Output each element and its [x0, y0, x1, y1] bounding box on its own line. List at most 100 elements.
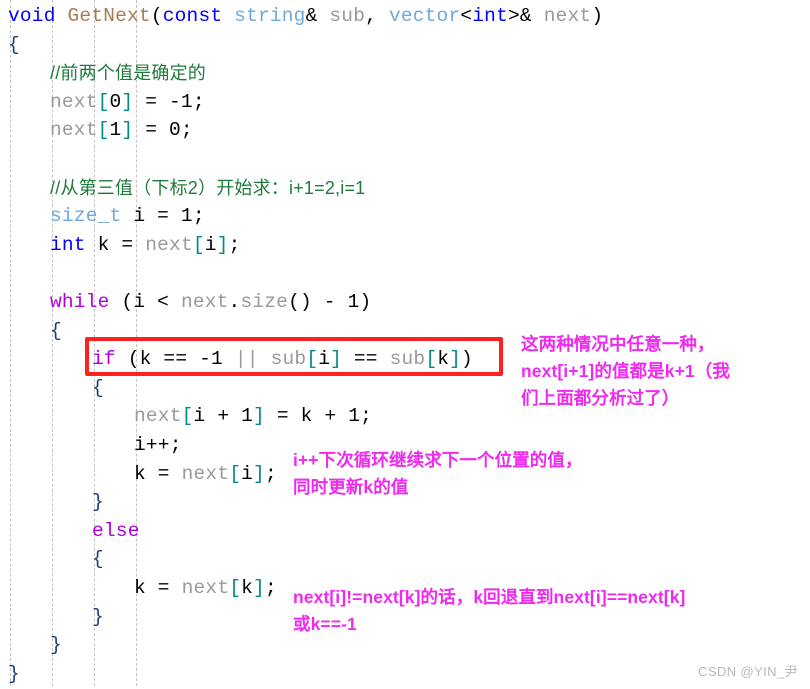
- code-token-brace: {: [8, 33, 20, 56]
- code-line-12: {: [50, 317, 62, 346]
- code-token-punct: k =: [134, 462, 182, 485]
- code-token-punct: <: [460, 5, 473, 27]
- code-token-punct: [222, 5, 234, 27]
- code-token-punct: k =: [134, 577, 182, 599]
- code-token-fn: GetNext: [67, 5, 151, 27]
- code-token-punct: .: [228, 291, 241, 313]
- code-token-punct: ): [591, 5, 604, 27]
- code-token-brk: ]: [449, 348, 462, 371]
- code-token-ident: next: [50, 90, 98, 113]
- code-token-ident: sub: [270, 348, 307, 371]
- code-line-23: }: [50, 631, 62, 660]
- code-token-ident: sub: [329, 5, 366, 27]
- code-line-17: k = next[i];: [134, 460, 277, 489]
- code-token-punct: ;: [228, 233, 241, 256]
- code-token-brk: ]: [121, 90, 134, 113]
- code-line-13: if (k == -1 || sub[i] == sub[k]): [92, 345, 473, 374]
- code-token-kw: const: [162, 5, 223, 27]
- code-token-punct: k: [437, 348, 450, 371]
- code-token-brk: ]: [253, 577, 265, 599]
- code-token-type: string: [234, 5, 306, 27]
- code-line-3: //前两个值是确定的: [50, 59, 206, 89]
- code-token-punct: k: [241, 577, 254, 599]
- annotation-if-condition: 这两种情况中任意一种， next[i+1]的值都是k+1（我 们上面都分析过了）: [521, 334, 730, 408]
- code-token-brk: [: [425, 348, 438, 371]
- code-token-punct: i: [241, 462, 254, 485]
- code-line-14: {: [92, 374, 104, 403]
- code-token-ident: next: [543, 5, 592, 27]
- code-token-punct: (i <: [109, 291, 181, 313]
- code-line-22: }: [92, 603, 104, 632]
- code-token-punct: i: [204, 233, 217, 256]
- code-token-punct: ;: [264, 577, 277, 599]
- code-token-punct: ;: [264, 462, 277, 485]
- indent-guide-0: [10, 0, 11, 686]
- code-token-ident: next: [145, 233, 193, 256]
- code-token-brk: ]: [216, 233, 229, 256]
- code-token-punct: i = 1;: [121, 205, 205, 228]
- code-token-comment: //前两个值是确定的: [50, 63, 207, 84]
- code-token-punct: i + 1: [193, 405, 254, 428]
- code-token-type: size_t: [50, 205, 122, 228]
- annotation-increment: i++下次循环继续求下一个位置的值， 同时更新k的值: [293, 450, 583, 497]
- code-token-brace: }: [92, 605, 104, 628]
- code-token-brk: [: [97, 119, 110, 142]
- code-token-ctrl: while: [50, 291, 110, 313]
- code-token-type: vector: [388, 5, 461, 27]
- code-token-num: 0: [109, 90, 122, 113]
- code-token-punct: = -1;: [133, 90, 205, 113]
- code-token-ident: next: [181, 577, 230, 599]
- code-line-4: next[0] = -1;: [50, 88, 205, 117]
- code-line-5: next[1] = 0;: [50, 116, 193, 145]
- code-token-brk: ]: [330, 348, 342, 371]
- code-token-kw: int: [50, 233, 86, 256]
- code-token-brace: {: [92, 376, 104, 399]
- code-token-kw: void: [8, 5, 56, 27]
- code-token-ident: next: [50, 119, 98, 142]
- code-line-8: size_t i = 1;: [50, 202, 205, 231]
- code-token-ctrl: if: [92, 348, 116, 371]
- code-token-brk: [: [97, 90, 110, 113]
- code-line-7: //从第三值（下标2）开始求：i+1=2,i=1: [50, 174, 365, 204]
- code-token-ctrl: else: [92, 519, 140, 542]
- code-token-punct: [56, 5, 68, 27]
- code-token-punct: ): [461, 348, 473, 371]
- code-token-brk: [: [229, 577, 242, 599]
- code-token-num: 1: [109, 119, 122, 142]
- code-token-punct: >&: [507, 5, 544, 27]
- code-token-brk: ]: [121, 119, 134, 142]
- code-token-punct: = k + 1;: [264, 405, 373, 428]
- code-line-11: while (i < next.size() - 1): [50, 288, 371, 317]
- code-line-21: k = next[k];: [134, 574, 277, 603]
- code-line-15: next[i + 1] = k + 1;: [134, 402, 372, 431]
- code-token-punct: [259, 348, 271, 370]
- code-token-brace: {: [50, 319, 62, 342]
- code-token-punct: ,: [365, 5, 389, 27]
- code-line-19: else: [92, 517, 140, 546]
- code-token-punct: k =: [85, 233, 146, 256]
- code-token-brk: [: [181, 405, 194, 428]
- code-token-brace: }: [50, 634, 62, 657]
- code-line-20: {: [92, 545, 104, 574]
- code-line-18: }: [92, 488, 104, 517]
- code-token-ident: next: [180, 291, 229, 313]
- code-token-punct: (k == -1: [115, 348, 235, 371]
- code-token-ident: next: [181, 462, 230, 485]
- code-line-1: void GetNext(const string& sub, vector<i…: [8, 2, 603, 31]
- code-token-ident: next: [134, 405, 182, 428]
- annotation-else-branch: next[i]!=next[k]的话，k回退直到next[i]==next[k]…: [293, 587, 686, 634]
- code-token-brace: }: [8, 662, 20, 685]
- code-line-9: int k = next[i];: [50, 231, 240, 260]
- csdn-watermark: CSDN @YIN_尹: [698, 664, 798, 679]
- code-line-16: i++;: [134, 431, 182, 460]
- code-token-ident: sub: [389, 348, 426, 371]
- code-editor: void GetNext(const string& sub, vector<i…: [0, 0, 810, 686]
- code-token-ident: size: [240, 291, 289, 313]
- code-token-punct: () - 1): [288, 291, 372, 313]
- code-line-24: }: [8, 660, 20, 689]
- code-token-punct: ==: [342, 348, 390, 371]
- code-token-brace: }: [92, 491, 104, 514]
- code-token-brace: {: [92, 548, 104, 571]
- code-token-brk: [: [229, 462, 242, 485]
- code-token-brk: ]: [253, 462, 265, 485]
